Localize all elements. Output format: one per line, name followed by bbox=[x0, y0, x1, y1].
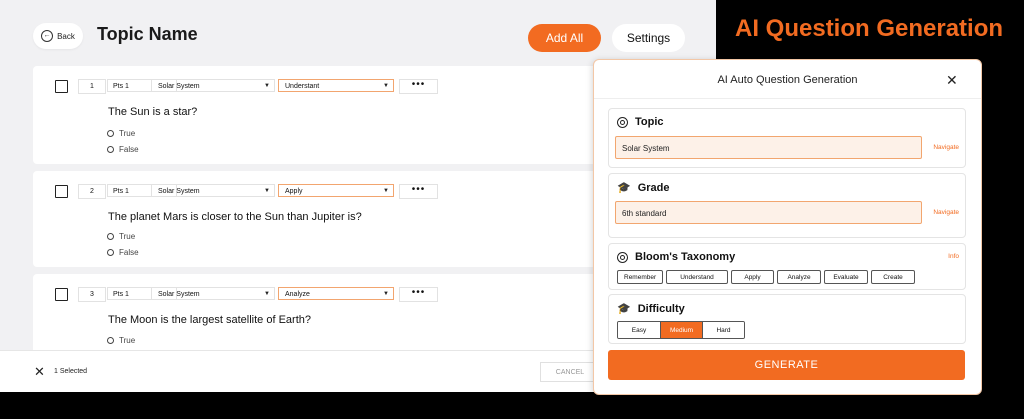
bloom-level-select[interactable]: Understant ▼ bbox=[278, 79, 394, 92]
question-checkbox[interactable] bbox=[55, 185, 68, 198]
bloom-level-select[interactable]: Analyze ▼ bbox=[278, 287, 394, 300]
answer-option[interactable]: False bbox=[107, 145, 139, 154]
answer-option-label: False bbox=[119, 145, 139, 154]
grade-label: Grade bbox=[637, 181, 670, 194]
headline: AI Question Generation bbox=[735, 15, 1004, 42]
bloom-chip-analyze[interactable]: Analyze bbox=[777, 270, 821, 284]
answer-option[interactable]: True bbox=[107, 232, 135, 241]
selected-count: 1 Selected bbox=[54, 368, 88, 375]
circle-arrow-left-icon: ← bbox=[41, 30, 54, 42]
question-number: 3 bbox=[78, 287, 106, 302]
bloom-level-chips: Remember Understand Apply Analyze Evalua… bbox=[617, 270, 915, 284]
bloom-level-value: Understant bbox=[285, 83, 320, 90]
question-text: The planet Mars is closer to the Sun tha… bbox=[108, 211, 362, 223]
graduation-cap-icon: 🎓 bbox=[617, 182, 631, 194]
topic-section: Topic Solar System Navigate bbox=[608, 108, 966, 168]
bloom-level-value: Analyze bbox=[285, 291, 310, 298]
topic-label: Topic bbox=[635, 116, 664, 128]
settings-button[interactable]: Settings bbox=[612, 24, 685, 52]
question-card: 2 Pts 1 Solar System ▼ Apply ▼ ••• The pla… bbox=[33, 171, 603, 267]
subject-select[interactable]: Solar System ▼ bbox=[151, 287, 275, 300]
ai-question-dialog: AI Auto Question Generation ✕ Topic Sola… bbox=[593, 59, 982, 395]
dialog-title: AI Auto Question Generation bbox=[717, 74, 858, 86]
grade-input[interactable]: 6th standard bbox=[615, 201, 922, 224]
question-card: 1 Pts 1 Solar System ▼ Understant ▼ ••• Th… bbox=[33, 66, 603, 164]
more-options-button[interactable]: ••• bbox=[399, 79, 438, 94]
bloom-chip-create[interactable]: Create bbox=[871, 270, 915, 284]
subject-value: Solar System bbox=[158, 291, 200, 298]
bloom-chip-evaluate[interactable]: Evaluate bbox=[824, 270, 868, 284]
more-horizontal-icon: ••• bbox=[411, 79, 426, 90]
grade-section: 🎓 Grade 6th standard Navigate bbox=[608, 173, 966, 238]
generate-button[interactable]: GENERATE bbox=[608, 350, 965, 380]
difficulty-hard[interactable]: Hard bbox=[702, 322, 744, 338]
chevron-down-icon: ▼ bbox=[383, 291, 389, 297]
close-icon[interactable]: ✕ bbox=[946, 72, 958, 89]
answer-option[interactable]: True bbox=[107, 336, 135, 345]
difficulty-label: Difficulty bbox=[637, 302, 685, 315]
bloom-level-select[interactable]: Apply ▼ bbox=[278, 184, 394, 197]
question-text: The Moon is the largest satellite of Ear… bbox=[108, 314, 311, 326]
chevron-down-icon: ▼ bbox=[264, 188, 270, 194]
bloom-chip-remember[interactable]: Remember bbox=[617, 270, 663, 284]
answer-option[interactable]: True bbox=[107, 129, 135, 138]
difficulty-easy[interactable]: Easy bbox=[618, 322, 660, 338]
cancel-button[interactable]: CANCEL bbox=[540, 362, 600, 382]
bloom-info-link[interactable]: Info bbox=[948, 253, 959, 260]
question-card: 3 Pts 1 Solar System ▼ Analyze ▼ ••• The M… bbox=[33, 274, 603, 354]
difficulty-section: 🎓 Difficulty Easy Medium Hard bbox=[608, 294, 966, 344]
target-icon bbox=[617, 251, 628, 263]
dialog-divider bbox=[594, 98, 981, 99]
answer-option-label: True bbox=[119, 129, 136, 138]
more-options-button[interactable]: ••• bbox=[399, 184, 438, 199]
page-title: Topic Name bbox=[97, 24, 198, 44]
bloom-taxonomy-label: Bloom's Taxonomy bbox=[635, 251, 736, 263]
graduation-cap-icon: 🎓 bbox=[617, 303, 631, 315]
chevron-down-icon: ▼ bbox=[264, 83, 270, 89]
answer-option-label: False bbox=[119, 248, 139, 257]
topic-heading: Topic bbox=[617, 116, 664, 128]
radio-icon bbox=[107, 130, 114, 137]
subject-select[interactable]: Solar System ▼ bbox=[151, 184, 275, 197]
subject-select[interactable]: Solar System ▼ bbox=[151, 79, 275, 92]
grade-heading: 🎓 Grade bbox=[617, 181, 670, 195]
answer-option-label: True bbox=[119, 232, 136, 241]
topic-navigate-link[interactable]: Navigate bbox=[933, 144, 959, 151]
radio-icon bbox=[107, 337, 114, 344]
bloom-level-value: Apply bbox=[285, 188, 303, 195]
difficulty-segmented-control: Easy Medium Hard bbox=[617, 321, 745, 339]
radio-icon bbox=[107, 146, 114, 153]
more-options-button[interactable]: ••• bbox=[399, 287, 438, 302]
radio-icon bbox=[107, 233, 114, 240]
question-checkbox[interactable] bbox=[55, 288, 68, 301]
target-icon bbox=[617, 116, 628, 128]
more-horizontal-icon: ••• bbox=[411, 287, 426, 298]
question-number: 1 bbox=[78, 79, 106, 94]
chevron-down-icon: ▼ bbox=[383, 83, 389, 89]
grade-navigate-link[interactable]: Navigate bbox=[933, 209, 959, 216]
subject-value: Solar System bbox=[158, 83, 200, 90]
bloom-taxonomy-heading: Bloom's Taxonomy bbox=[617, 251, 735, 263]
chevron-down-icon: ▼ bbox=[383, 188, 389, 194]
chevron-down-icon: ▼ bbox=[264, 291, 270, 297]
radio-icon bbox=[107, 249, 114, 256]
difficulty-medium[interactable]: Medium bbox=[660, 322, 702, 338]
more-horizontal-icon: ••• bbox=[411, 184, 426, 195]
back-label: Back bbox=[57, 31, 75, 41]
bloom-chip-apply[interactable]: Apply bbox=[731, 270, 774, 284]
question-checkbox[interactable] bbox=[55, 80, 68, 93]
difficulty-heading: 🎓 Difficulty bbox=[617, 302, 685, 316]
subject-value: Solar System bbox=[158, 188, 200, 195]
question-number: 2 bbox=[78, 184, 106, 199]
topic-input[interactable]: Solar System bbox=[615, 136, 922, 159]
answer-option[interactable]: False bbox=[107, 248, 139, 257]
add-all-button[interactable]: Add All bbox=[528, 24, 601, 52]
question-text: The Sun is a star? bbox=[108, 106, 198, 118]
close-icon[interactable]: ✕ bbox=[34, 364, 45, 380]
back-button[interactable]: ← Back bbox=[33, 23, 83, 49]
bloom-taxonomy-section: Bloom's Taxonomy Info Remember Understan… bbox=[608, 243, 966, 290]
answer-option-label: True bbox=[119, 336, 136, 345]
bloom-chip-understand[interactable]: Understand bbox=[666, 270, 728, 284]
